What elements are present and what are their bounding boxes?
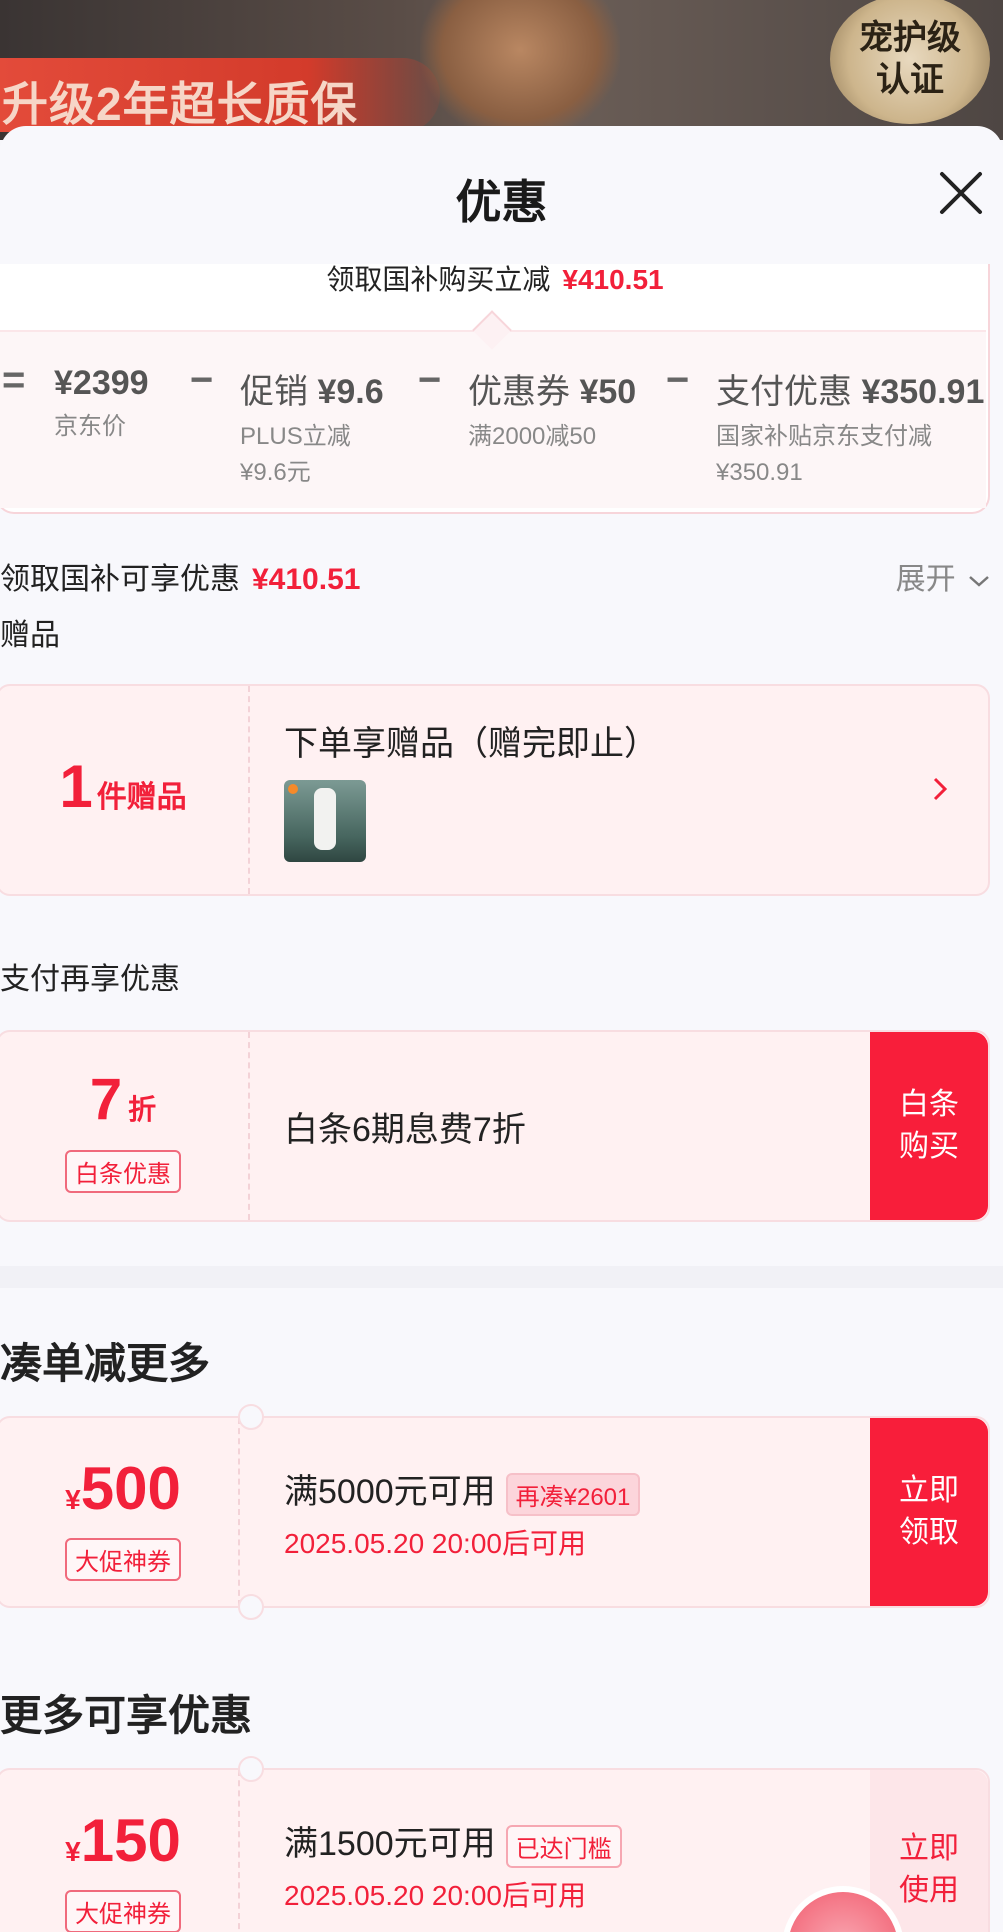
breakdown-sub: 国家补贴京东支付减 [716, 423, 932, 450]
coupon-currency: ¥ [65, 1484, 81, 1515]
coupon-amount-panel: ¥500 大促神券 [0, 1418, 240, 1606]
coupon-tag: 大促神券 [65, 1890, 181, 1932]
breakdown-sub: ¥9.6元 [240, 459, 311, 486]
coupon-amount-panel: ¥150 大促神券 [0, 1770, 240, 1932]
breakdown-price: ¥9.6 [317, 373, 384, 411]
coupon-notch [238, 1404, 264, 1430]
breakdown-header-label: 领取国补购买立减 [326, 264, 551, 295]
section-separator [0, 1266, 1003, 1288]
product-banner: 升级2年超长质保 宠护级认证 [0, 0, 1003, 140]
pay-section-title: 支付再享优惠 [0, 963, 180, 996]
close-icon[interactable] [938, 170, 984, 216]
subsidy-row: 领取国补可享优惠 ¥410.51 展开 [0, 544, 990, 600]
baitiao-buy-button[interactable]: 白条购买 [870, 1032, 988, 1220]
discount-value: 7 [89, 1067, 123, 1132]
bundle-section-title: 凑单减更多 [0, 1340, 211, 1387]
minus-sign: − [190, 358, 214, 402]
gift-headline: 下单享赠品（赠完即止） [284, 725, 658, 763]
discount-sheet: 优惠 领取国补购买立减 ¥410.51 = ¥2399 京东价 − 促销 ¥9.6… [0, 126, 1003, 1932]
expand-label: 展开 [895, 563, 956, 596]
breakdown-item: 支付优惠 ¥350.91 国家补贴京东支付减 ¥350.91 [716, 364, 984, 491]
breakdown-item: ¥2399 京东价 [54, 364, 149, 445]
discount-unit: 折 [128, 1094, 157, 1125]
coupon-time: 2025.05.20 20:00后可用 [284, 1528, 586, 1559]
gift-count-panel: 1 件赠品 [0, 686, 250, 894]
breakdown-label: 促销 [240, 373, 308, 411]
breakdown-sub: ¥350.91 [716, 459, 803, 486]
breakdown-sub: 京东价 [54, 413, 126, 440]
coupon-currency: ¥ [65, 1836, 81, 1867]
coupon-amount: 150 [80, 1807, 181, 1874]
expand-toggle[interactable]: 展开 [896, 554, 990, 598]
gift-count: 1 [59, 753, 93, 820]
minus-sign: − [418, 358, 442, 402]
cat-photo [420, 0, 620, 140]
sheet-title: 优惠 [455, 176, 548, 228]
claim-coupon-button[interactable]: 立即领取 [870, 1418, 988, 1606]
baitiao-desc: 白条6期息费7折 [284, 1111, 526, 1149]
seal-text: 宠护级认证 [859, 19, 961, 99]
coupon-desc: 满5000元可用 再凑¥2601 [284, 1464, 641, 1516]
breakdown-label: 优惠券 [468, 373, 570, 411]
coupon-notch [238, 1756, 264, 1782]
certification-seal: 宠护级认证 [830, 0, 990, 124]
coupon-pill: 已达门槛 [505, 1824, 622, 1868]
coupon-notch [238, 1594, 264, 1620]
baitiao-card: 7折 白条优惠 白条6期息费7折 白条购买 [0, 1030, 990, 1222]
coupon-card-500: ¥500 大促神券 满5000元可用 再凑¥2601 2025.05.20 20:… [0, 1416, 990, 1608]
breakdown-header: 领取国补购买立减 ¥410.51 [0, 258, 990, 298]
baitiao-tag: 白条优惠 [65, 1150, 181, 1193]
subsidy-label-text: 领取国补可享优惠 [0, 563, 240, 596]
gift-thumbnail[interactable] [284, 780, 366, 862]
discount-panel: 7折 白条优惠 [0, 1032, 250, 1220]
chevron-down-icon [969, 576, 989, 587]
breakdown-label: 支付优惠 [716, 373, 852, 411]
breakdown-item: 促销 ¥9.6 PLUS立减 ¥9.6元 [240, 364, 384, 491]
coupon-pill: 再凑¥2601 [505, 1472, 641, 1516]
equals-sign: = [2, 358, 26, 402]
coupon-time: 2025.05.20 20:00后可用 [284, 1880, 586, 1911]
breakdown-price: ¥350.91 [861, 373, 985, 411]
coupon-desc: 满1500元可用 已达门槛 [284, 1816, 622, 1868]
gift-section-title: 赠品 [0, 619, 60, 652]
more-section-title: 更多可享优惠 [0, 1692, 253, 1739]
coupon-tag: 大促神券 [65, 1538, 181, 1581]
breakdown-price: ¥50 [579, 373, 637, 411]
subsidy-amount: ¥410.51 [252, 563, 361, 596]
subsidy-label: 领取国补可享优惠 ¥410.51 [0, 554, 360, 598]
coupon-desc-text: 满5000元可用 [284, 1473, 496, 1511]
warranty-text: 升级2年超长质保 [2, 78, 358, 130]
gift-count-unit: 件赠品 [96, 781, 187, 814]
coupon-desc-text: 满1500元可用 [284, 1825, 496, 1863]
breakdown-header-amount: ¥410.51 [562, 264, 664, 295]
breakdown-price: ¥2399 [54, 364, 149, 402]
breakdown-sub: PLUS立减 [240, 423, 351, 450]
chevron-right-icon[interactable] [932, 776, 948, 802]
coupon-amount: 500 [80, 1455, 181, 1522]
gift-card[interactable]: 1 件赠品 下单享赠品（赠完即止） [0, 684, 990, 896]
minus-sign: − [666, 358, 690, 402]
breakdown-item: 优惠券 ¥50 满2000减50 [468, 364, 636, 455]
breakdown-sub: 满2000减50 [468, 423, 597, 450]
